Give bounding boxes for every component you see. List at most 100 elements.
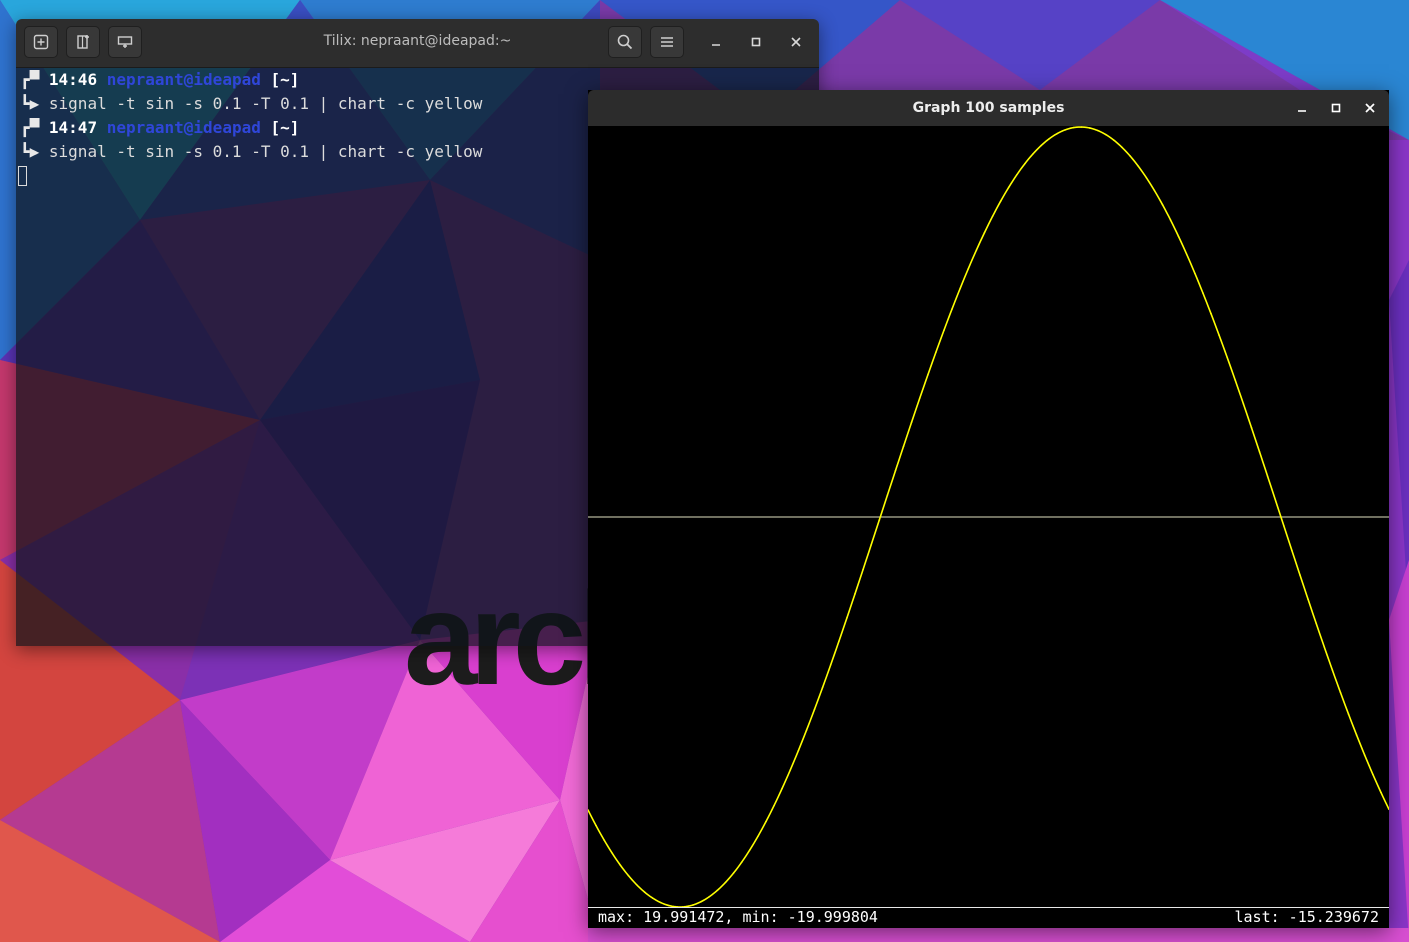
sample-point: [1355, 734, 1358, 736]
sample-point: [999, 200, 1002, 203]
prompt-time: 14:47: [48, 118, 98, 137]
sample-point: [967, 267, 970, 270]
sample-point: [918, 397, 921, 400]
sample-point: [886, 494, 889, 497]
sample-point: [1274, 500, 1277, 502]
search-icon: [617, 34, 633, 50]
sample-point: [983, 231, 986, 234]
sample-point: [1347, 713, 1350, 715]
sample-point: [789, 769, 792, 771]
sample-point: [1258, 451, 1261, 453]
command-line: ┗▶ signal -t sin -s 0.1 -T 0.1 | chart -…: [20, 141, 482, 163]
sample-point: [1331, 669, 1334, 671]
prompt-time: 14:46: [48, 70, 98, 89]
maximize-button[interactable]: [743, 29, 769, 55]
sample-point: [1266, 475, 1269, 478]
prompt-cwd: [~]: [270, 70, 300, 89]
split-terminal-button[interactable]: [66, 26, 100, 58]
sample-point: [1250, 426, 1253, 429]
sample-point: [1032, 153, 1034, 155]
sample-point: [773, 804, 775, 807]
sample-point: [854, 593, 856, 595]
sample-point: [1194, 272, 1196, 274]
sample-point: [1234, 379, 1237, 382]
minimize-button[interactable]: [703, 29, 729, 55]
sample-point: [1380, 791, 1382, 794]
prompt-cwd: [~]: [270, 118, 300, 137]
sample-point: [1153, 189, 1156, 192]
sample-point: [878, 519, 881, 521]
prompt-glyph: ┏▀: [20, 118, 40, 137]
minimize-icon: [1298, 110, 1306, 112]
search-button[interactable]: [608, 26, 642, 58]
sample-point: [1218, 334, 1220, 336]
command-text: signal -t sin -s 0.1 -T 0.1 | chart -c y…: [48, 142, 483, 161]
graph-minimize-button[interactable]: [1289, 95, 1315, 121]
sample-point: [975, 249, 978, 251]
sample-point: [1372, 773, 1374, 776]
maximize-icon: [1331, 103, 1341, 113]
chart-plot-area: [588, 126, 1389, 908]
sample-point: [1315, 622, 1317, 625]
sample-point: [829, 663, 832, 666]
text-cursor: [18, 166, 27, 186]
command-glyph: ┗▶: [20, 94, 40, 113]
sample-point: [1080, 126, 1083, 128]
sample-point: [1088, 127, 1091, 129]
hamburger-menu-icon: [661, 37, 673, 47]
sample-point: [910, 421, 913, 423]
sample-point: [1307, 598, 1309, 601]
prompt-glyph: ┏▀: [20, 70, 40, 89]
sample-point: [846, 617, 848, 619]
sample-point: [1363, 754, 1366, 756]
last-value-readout: last: -15.239672: [1234, 908, 1380, 926]
sample-point: [708, 895, 711, 898]
split-terminal-icon: [77, 35, 89, 49]
sample-point: [619, 864, 622, 866]
sample-point: [805, 729, 808, 732]
sample-point: [781, 787, 783, 790]
sample-point: [1242, 402, 1245, 405]
sample-point: [1072, 126, 1075, 129]
graph-status-bar: max: 19.991472, min: -19.999804 last: -1…: [588, 907, 1389, 928]
max-min-readout: max: 19.991472, min: -19.999804: [598, 908, 878, 926]
session-button[interactable]: [108, 26, 142, 58]
sample-point: [935, 351, 937, 354]
sample-point: [1291, 549, 1293, 552]
sample-point: [951, 308, 953, 310]
sample-point: [611, 852, 614, 855]
sample-point: [643, 891, 646, 893]
sample-point: [595, 824, 597, 827]
sample-point: [700, 900, 703, 903]
desktop: arch: [0, 0, 1409, 942]
sample-point: [959, 287, 961, 290]
sample-point: [757, 835, 759, 838]
graph-window[interactable]: Graph 100 samples max: 19.991472, min: -…: [588, 90, 1389, 928]
sample-point: [1096, 129, 1099, 132]
prompt-line: ┏▀ 14:46 nepraant@ideapad [~]: [20, 69, 299, 91]
sample-point: [1129, 155, 1131, 157]
close-button[interactable]: [783, 29, 809, 55]
sample-point: [991, 215, 994, 218]
menu-button[interactable]: [650, 26, 684, 58]
sample-point: [1056, 132, 1059, 135]
sample-point: [1169, 219, 1172, 221]
command-text: signal -t sin -s 0.1 -T 0.1 | chart -c y…: [48, 94, 483, 113]
sample-point: [1323, 646, 1326, 648]
sample-point: [765, 820, 767, 823]
prompt-userhost: nepraant@ideapad: [106, 70, 261, 89]
sample-point: [838, 640, 840, 643]
sample-point: [740, 861, 743, 863]
sample-point: [1137, 165, 1139, 167]
sample-point: [927, 374, 929, 376]
add-terminal-button[interactable]: [24, 26, 58, 58]
terminal-titlebar[interactable]: Tilix: nepraant@ideapad:~: [16, 19, 819, 68]
prompt-line: ┏▀ 14:47 nepraant@ideapad [~]: [20, 117, 299, 139]
sample-point: [1064, 128, 1067, 131]
sample-point: [1339, 691, 1342, 694]
sample-point: [1121, 146, 1123, 149]
graph-titlebar[interactable]: Graph 100 samples: [588, 90, 1389, 126]
graph-close-button[interactable]: [1357, 95, 1383, 121]
graph-maximize-button[interactable]: [1323, 95, 1349, 121]
sample-point: [862, 568, 864, 571]
